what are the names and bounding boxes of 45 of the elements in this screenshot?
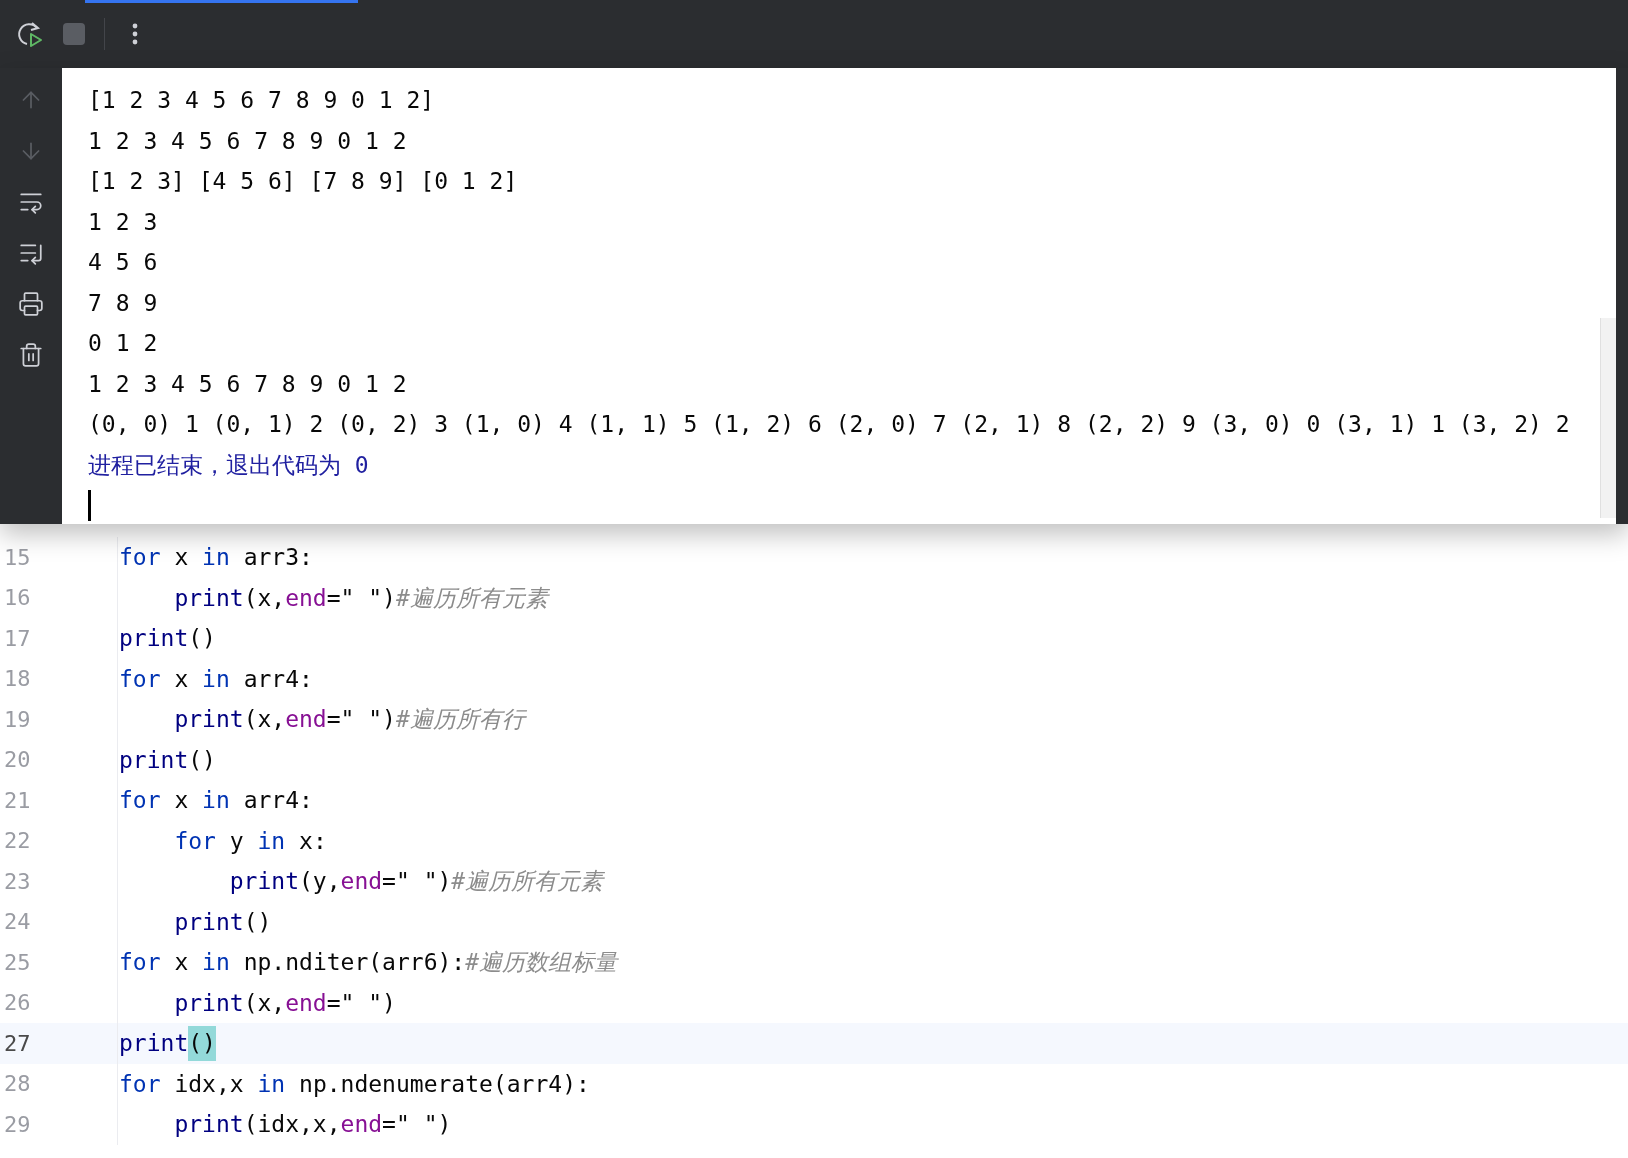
- code-line: print(y,end=" ")#遍历所有元素: [117, 861, 604, 902]
- line-number: 26: [3, 989, 32, 1018]
- console-line: [1 2 3] [4 5 6] [7 8 9] [0 1 2]: [88, 167, 518, 196]
- line-number: 20: [3, 746, 32, 775]
- code-line: print(): [117, 618, 216, 659]
- line-number: 19: [3, 705, 32, 734]
- console-line: [1 2 3 4 5 6 7 8 9 0 1 2]: [88, 86, 435, 115]
- code-line: print(): [117, 739, 216, 780]
- code-line: print(): [117, 901, 272, 942]
- console-line: 1 2 3: [88, 207, 158, 237]
- code-line: for x in arr4:: [117, 780, 313, 821]
- console-line: 1 2 3 4 5 6 7 8 9 0 1 2: [88, 126, 407, 156]
- line-number: 18: [3, 665, 32, 694]
- trash-icon: [18, 342, 44, 368]
- line-number: 15: [3, 543, 32, 572]
- line-number: 17: [3, 624, 32, 653]
- line-number: 28: [3, 1070, 32, 1099]
- line-number: 25: [3, 948, 32, 977]
- line-number: 22: [3, 827, 32, 856]
- exit-message: 进程已结束，退出代码为 0: [88, 450, 369, 480]
- line-number: 21: [3, 786, 32, 815]
- code-line: print(x,end=" ")#遍历所有元素: [117, 577, 548, 618]
- code-line: for y in x:: [117, 820, 327, 861]
- code-line: print(): [117, 1023, 216, 1064]
- code-line: for idx,x in np.ndenumerate(arr4):: [117, 1063, 590, 1104]
- code-line: print(x,end=" ")#遍历所有行: [117, 699, 525, 740]
- line-number: 29: [3, 1110, 32, 1139]
- code-line: print(idx,x,end=" "): [117, 1104, 452, 1145]
- stop-icon: [63, 23, 85, 45]
- line-number: 23: [3, 867, 32, 896]
- console-line: 7 8 9: [88, 288, 158, 318]
- console-line: 0 1 2: [88, 329, 158, 358]
- code-line: for x in np.nditer(arr6):#遍历数组标量: [117, 942, 618, 983]
- code-line: for x in arr3:: [117, 537, 313, 578]
- console-line: 1 2 3 4 5 6 7 8 9 0 1 2: [88, 369, 407, 399]
- line-number: 27: [3, 1029, 32, 1058]
- line-number: 16: [3, 584, 32, 613]
- console-line: 4 5 6: [88, 248, 158, 277]
- printer-icon: [18, 291, 44, 317]
- rerun-icon: [15, 19, 45, 49]
- console-line: (0, 0) 1 (0, 1) 2 (0, 2) 3 (1, 0) 4 (1, 1) 5 (1, 2) 6 (2, 0) 7 (2, 1) 8 (2, 2) 9 (3, 0) 0 (3, 1) 1 (3, 2) 2: [88, 410, 1570, 439]
- code-line: for x in arr4:: [117, 658, 313, 699]
- text-cursor: [88, 490, 91, 521]
- line-number: 24: [3, 908, 32, 937]
- more-icon: [132, 23, 138, 45]
